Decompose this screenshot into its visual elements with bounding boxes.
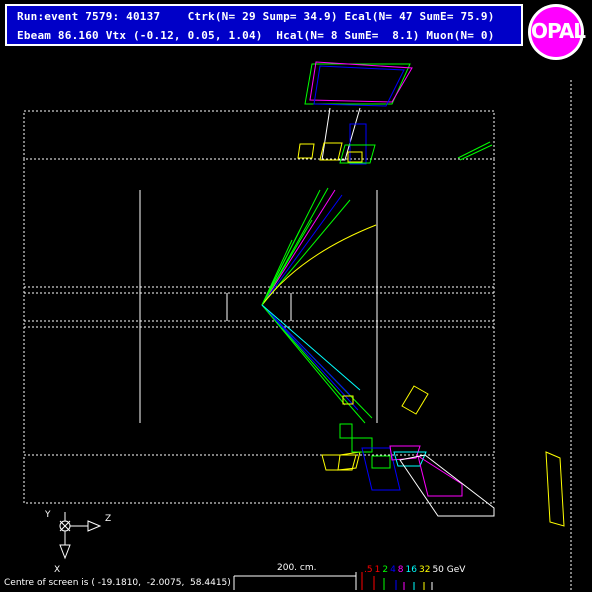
energy-legend-item: 1 <box>374 565 381 575</box>
energy-legend-item: 16 <box>405 565 417 575</box>
clusters-upper <box>297 61 493 165</box>
tracks-upper <box>261 187 377 306</box>
energy-legend-item: 32 <box>418 565 431 575</box>
energy-legend-item: .5 <box>364 565 373 575</box>
detector-view <box>23 61 572 590</box>
axis-label-z: Z <box>105 514 112 524</box>
opal-logo: OPAL <box>528 4 586 60</box>
axis-label-x: X <box>54 565 61 575</box>
event-info-line-2: Ebeam 86.160 Vtx (-0.12, 0.05, 1.04) Hca… <box>17 29 495 42</box>
energy-legend-item: 50 GeV <box>432 565 466 575</box>
energy-legend-item: 4 <box>390 565 396 575</box>
energy-legend-item: 2 <box>382 565 389 575</box>
energy-legend: .5 1 2 4 8 16 32 50 GeV <box>364 565 467 575</box>
event-info-line-1: Run:event 7579: 40137 Ctrk(N= 29 Sump= 3… <box>17 10 495 23</box>
event-info-panel: Run:event 7579: 40137 Ctrk(N= 29 Sump= 3… <box>5 4 523 46</box>
tracks-lower <box>261 304 373 424</box>
scale-label: 200. cm. <box>277 563 317 573</box>
opal-logo-text: OPAL <box>531 19 586 43</box>
axes-icon <box>59 512 102 560</box>
scale-bar <box>233 572 357 590</box>
event-display: Run:event 7579: 40137 Ctrk(N= 29 Sump= 3… <box>0 0 592 592</box>
screen-centre-text: Centre of screen is ( -19.1810, -2.0075,… <box>4 578 231 588</box>
energy-legend-item: 8 <box>397 565 404 575</box>
axis-label-y: Y <box>45 510 51 520</box>
jet-chamber <box>139 190 378 423</box>
clusters-lower <box>321 385 565 527</box>
